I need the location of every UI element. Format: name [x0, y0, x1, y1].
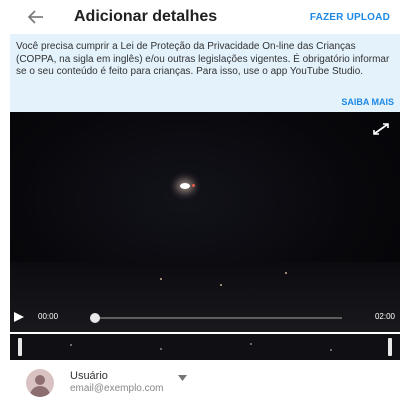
account-name: Usuário	[70, 370, 108, 382]
seek-thumb[interactable]	[90, 313, 100, 323]
video-window-light	[160, 278, 162, 280]
coppa-banner: Você precisa cumprir a Lei de Proteção d…	[10, 34, 400, 112]
seek-bar[interactable]	[94, 317, 342, 319]
total-time: 02:00	[374, 312, 395, 321]
arrow-back-icon[interactable]	[26, 8, 46, 26]
avatar-head	[35, 375, 45, 385]
current-time: 00:00	[38, 312, 59, 321]
player-controls: 00:00 02:00	[10, 307, 400, 325]
video-window-light	[285, 272, 287, 274]
video-light-red	[192, 184, 195, 187]
upload-button[interactable]: FAZER UPLOAD	[310, 12, 390, 23]
page-title: Adicionar detalhes	[74, 8, 218, 25]
learn-more-link[interactable]: SAIBA MAIS	[341, 97, 394, 107]
video-window-light	[220, 284, 222, 286]
frame-speck	[160, 348, 162, 350]
account-row[interactable]: Usuário email@exemplo.com	[0, 366, 400, 398]
play-icon[interactable]	[13, 311, 25, 323]
expand-icon[interactable]	[372, 122, 390, 136]
avatar	[26, 369, 54, 397]
trim-handle-start[interactable]	[18, 338, 22, 356]
trim-strip[interactable]	[10, 334, 400, 360]
avatar-body	[30, 386, 50, 397]
banner-text: Você precisa cumprir a Lei de Proteção d…	[16, 41, 390, 77]
frame-speck	[70, 344, 72, 346]
video-preview[interactable]: 00:00 02:00	[10, 112, 400, 332]
frame-speck	[250, 343, 252, 345]
video-light	[180, 183, 190, 189]
account-email: email@exemplo.com	[70, 383, 164, 394]
trim-handle-end[interactable]	[388, 338, 392, 356]
app-bar: Adicionar detalhes FAZER UPLOAD	[0, 0, 400, 34]
frame-speck	[330, 349, 332, 351]
chevron-down-icon[interactable]	[178, 375, 187, 381]
